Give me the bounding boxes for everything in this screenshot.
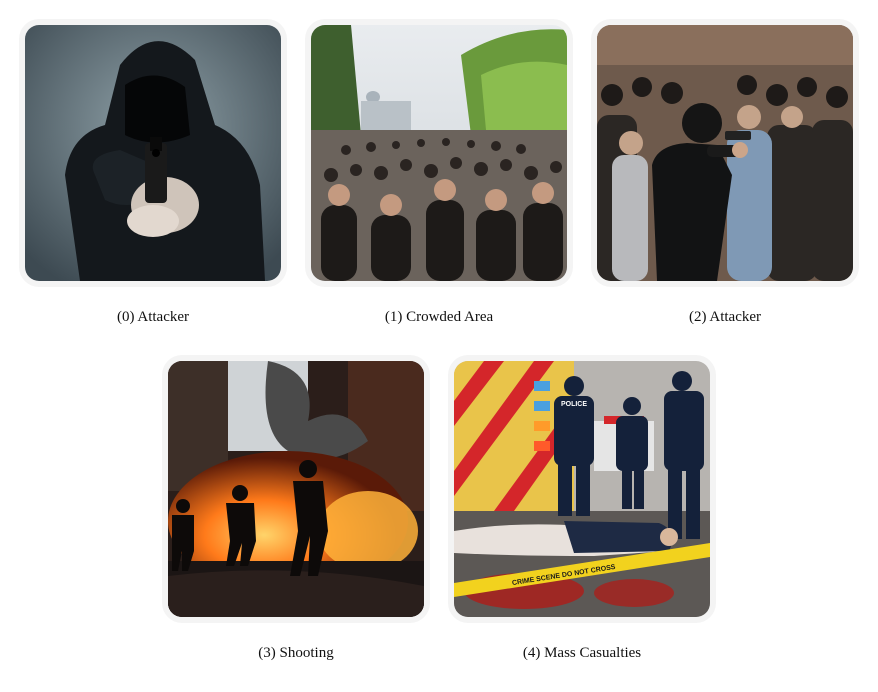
police-badge-label: POLICE [561,401,587,408]
panel-attacker-hooded: (0) Attacker [18,25,288,326]
panel-caption: (3) Shooting [258,645,334,661]
image-frame [25,25,281,281]
panel-caption: (0) Attacker [116,309,190,325]
panel-caption: (2) Attacker [688,309,762,325]
panel-caption: (4) Mass Casualties [522,645,642,661]
panel-attacker-crowd: (2) Attacker [590,25,860,326]
panel-caption: (1) Crowded Area [384,309,494,325]
panel-mass-casualties: POLICE CRIME SCENE DO NOT CROSS (4) Mass… [447,361,717,662]
image-frame [597,25,853,281]
image-frame [311,25,567,281]
mass-casualties-image: POLICE CRIME SCENE DO NOT CROSS [454,361,710,617]
crowded-area-image [311,25,567,281]
image-frame [168,361,424,617]
panel-crowded-area: (1) Crowded Area [304,25,574,326]
panel-shooting: (3) Shooting [161,361,431,662]
image-frame: POLICE CRIME SCENE DO NOT CROSS [454,361,710,617]
attacker-crowd-image [597,25,853,281]
shooting-image [168,361,424,617]
attacker-hooded-image [25,25,281,281]
